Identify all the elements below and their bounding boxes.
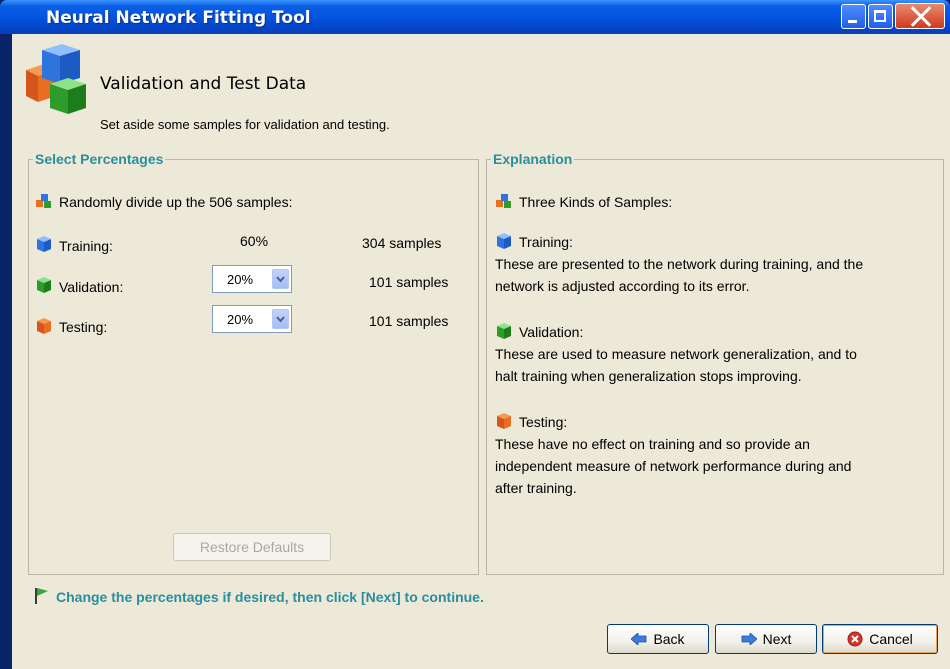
select-percentages-panel: Select Percentages Randomly divide up th… (28, 151, 479, 575)
training-icon (497, 233, 511, 249)
training-icon (37, 236, 51, 252)
testing-label: Testing: (59, 319, 108, 335)
validation-title: Validation: (519, 324, 584, 340)
training-label: Training: (59, 238, 113, 254)
training-percent: 60% (240, 233, 269, 249)
next-button[interactable]: Next (715, 624, 817, 654)
testing-icon (497, 413, 511, 429)
explanation-panel: Explanation Three Kinds of Samples: Trai… (486, 151, 944, 575)
explanation-heading: Three Kinds of Samples: (519, 194, 673, 210)
samples-intro: Randomly divide up the 506 samples: (59, 194, 293, 210)
cubes-icon (496, 194, 511, 208)
testing-desc-line2: independent measure of network performan… (495, 458, 852, 474)
next-label: Next (762, 631, 792, 647)
maximize-button[interactable] (868, 4, 893, 29)
wizard-content: Validation and Test Data Set aside some … (12, 34, 950, 669)
minimize-button[interactable] (841, 4, 866, 29)
app-window: Neural Network Fitting Tool Validation a… (0, 0, 950, 669)
validation-desc-line1: These are used to measure network genera… (495, 346, 857, 362)
training-desc-line2: network is adjusted according to its err… (495, 278, 750, 294)
page-subtitle: Set aside some samples for validation an… (100, 117, 390, 132)
chevron-down-icon[interactable] (272, 309, 289, 329)
cubes-icon (26, 44, 86, 114)
arrow-left-icon (631, 633, 647, 645)
training-title: Training: (519, 234, 573, 250)
close-button[interactable] (895, 3, 945, 29)
validation-percent-value: 20% (227, 272, 254, 287)
training-desc-line1: These are presented to the network durin… (495, 256, 864, 272)
testing-percent-value: 20% (227, 312, 254, 327)
cancel-label: Cancel (869, 631, 913, 647)
window-title: Neural Network Fitting Tool (46, 8, 311, 28)
training-samples: 304 samples (362, 235, 442, 251)
testing-samples: 101 samples (369, 313, 449, 329)
validation-samples: 101 samples (369, 274, 449, 290)
validation-icon (37, 277, 51, 293)
hint-text: Change the percentages if desired, then … (56, 589, 484, 605)
cubes-icon (36, 194, 51, 208)
testing-icon (37, 318, 51, 334)
back-label: Back (653, 631, 685, 647)
restore-defaults-label: Restore Defaults (199, 539, 305, 555)
back-button[interactable]: Back (607, 624, 709, 654)
validation-percent-dropdown[interactable]: 20% (212, 265, 292, 293)
testing-title: Testing: (519, 414, 568, 430)
testing-desc-line1: These have no effect on training and so … (495, 436, 810, 452)
explanation-legend: Explanation (491, 151, 575, 167)
select-percentages-legend: Select Percentages (33, 151, 166, 167)
restore-defaults-button[interactable]: Restore Defaults (173, 533, 331, 561)
cancel-button[interactable]: Cancel (822, 624, 938, 654)
flag-icon (35, 588, 48, 604)
validation-label: Validation: (59, 279, 124, 295)
chevron-down-icon[interactable] (272, 269, 289, 289)
page-title: Validation and Test Data (100, 74, 307, 94)
validation-icon (497, 323, 511, 339)
arrow-right-icon (741, 633, 757, 645)
testing-percent-dropdown[interactable]: 20% (212, 305, 292, 333)
title-bar[interactable]: Neural Network Fitting Tool (0, 0, 950, 34)
validation-desc-line2: halt training when generalization stops … (495, 368, 802, 384)
testing-desc-line3: after training. (495, 480, 577, 496)
cancel-icon (847, 631, 863, 647)
